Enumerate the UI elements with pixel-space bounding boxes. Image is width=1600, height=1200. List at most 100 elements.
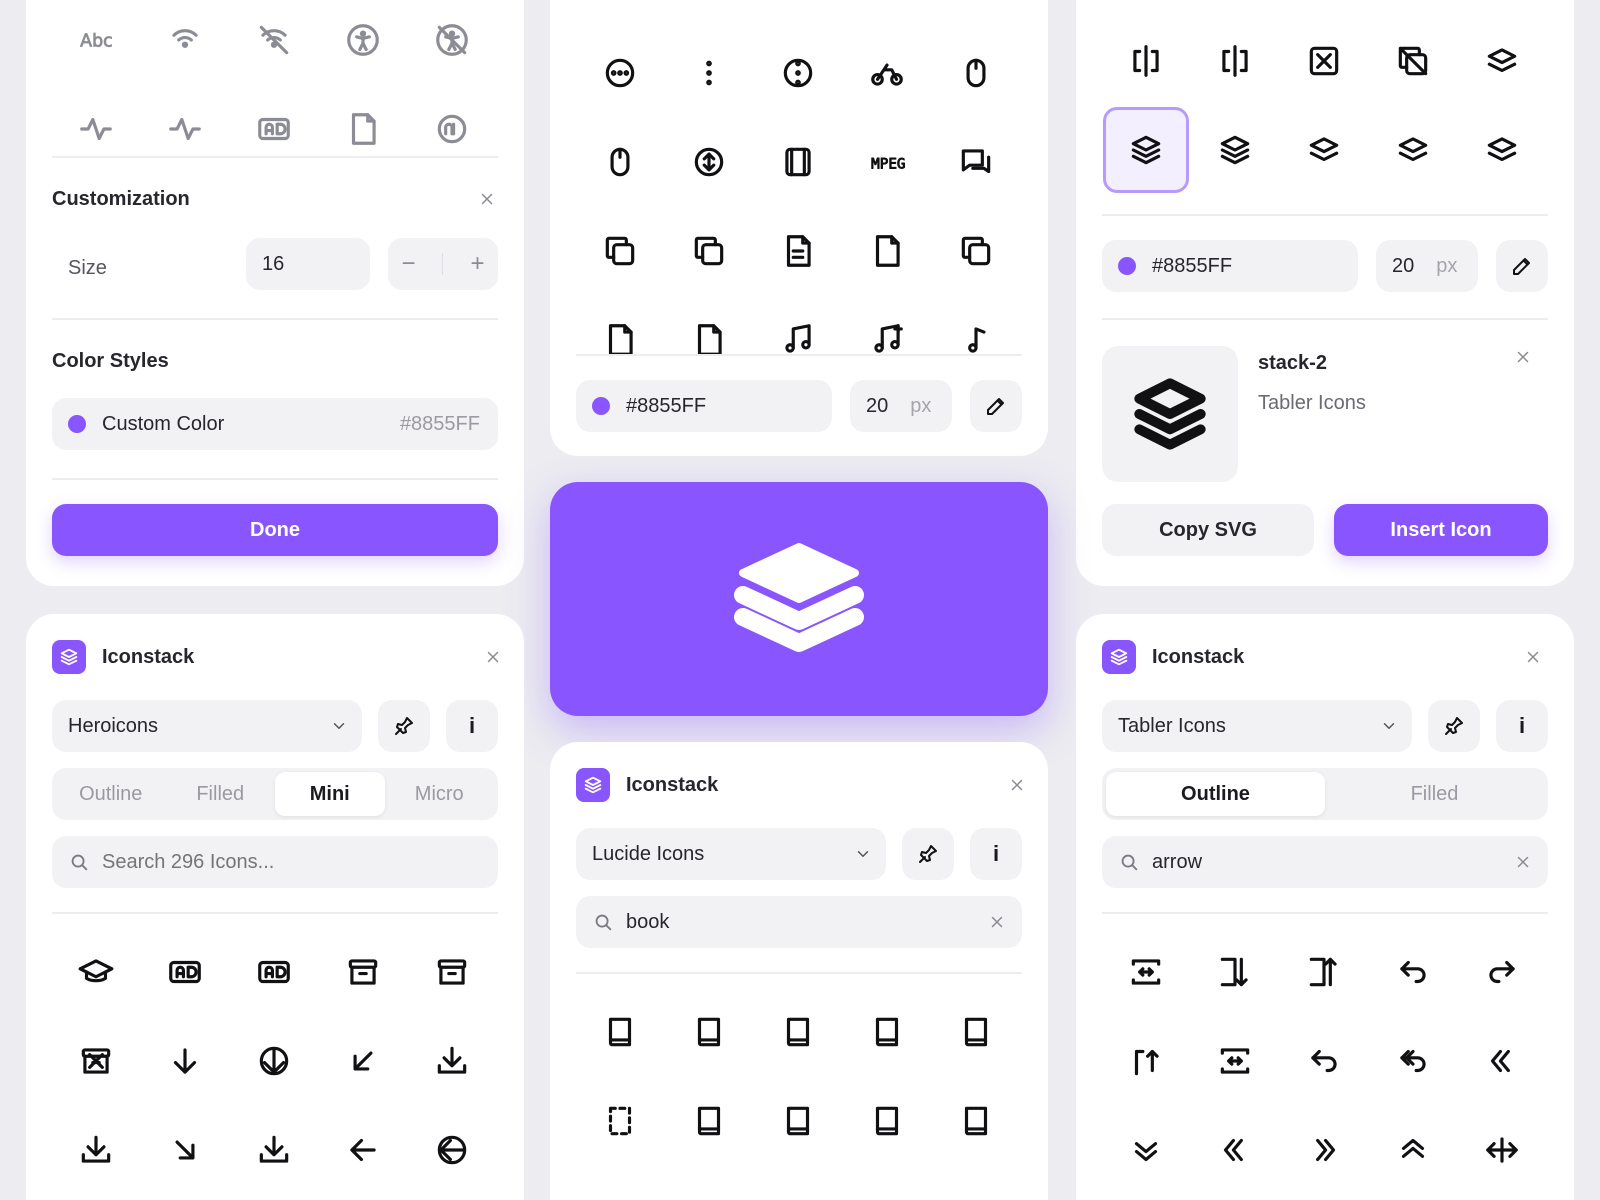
color-hex-field[interactable]: #8855FF	[1102, 240, 1358, 292]
close-icon[interactable]	[482, 646, 504, 668]
copy-off-icon[interactable]	[1391, 39, 1435, 83]
arrow-badge-down-icon[interactable]	[1124, 1128, 1168, 1172]
accessibility-off-icon[interactable]	[430, 18, 474, 62]
arrow-back-up-icon[interactable]	[1391, 950, 1435, 994]
pin-button[interactable]	[378, 700, 430, 752]
motorbike-icon[interactable]	[865, 51, 909, 95]
arrow-down-icon[interactable]	[163, 1039, 207, 1083]
increment-button[interactable]: +	[470, 250, 484, 278]
messages-icon[interactable]	[954, 140, 998, 184]
library-select[interactable]: Tabler Icons	[1102, 700, 1412, 752]
stack-front-icon[interactable]	[1391, 128, 1435, 172]
arrow-down-tray-icon[interactable]	[252, 1128, 296, 1172]
size-input[interactable]: 16	[246, 238, 370, 290]
stack-icon[interactable]	[1480, 39, 1524, 83]
book-heart-icon[interactable]	[865, 1099, 909, 1143]
info-button[interactable]: i	[446, 700, 498, 752]
done-button[interactable]: Done	[52, 504, 498, 556]
tab-filled[interactable]: Filled	[166, 772, 276, 816]
arrow-autofit-width-icon[interactable]	[1213, 1039, 1257, 1083]
custom-color-row[interactable]: Custom Color #8855FF	[52, 398, 498, 450]
info-button[interactable]: i	[1496, 700, 1548, 752]
ad-icon[interactable]	[252, 107, 296, 151]
book-headphones-icon[interactable]	[776, 1099, 820, 1143]
ad-circle-icon[interactable]	[430, 107, 474, 151]
arrow-left-icon[interactable]	[341, 1128, 385, 1172]
tab-outline[interactable]: Outline	[56, 772, 166, 816]
decrement-button[interactable]: −	[401, 250, 415, 278]
heartbeat-icon[interactable]	[163, 107, 207, 151]
arrow-badge-right-icon[interactable]	[1302, 1128, 1346, 1172]
search-field[interactable]: arrow	[1102, 836, 1548, 888]
arrow-autofit-down-icon[interactable]	[1213, 950, 1257, 994]
circle-dots-vertical-icon[interactable]	[776, 51, 820, 95]
stack-3-icon[interactable]	[1213, 128, 1257, 172]
messages-window-icon[interactable]	[687, 229, 731, 273]
clear-search-icon[interactable]	[988, 913, 1006, 931]
arrow-down-right-icon[interactable]	[163, 1128, 207, 1172]
archive-box-x-icon[interactable]	[74, 1039, 118, 1083]
book-down-icon[interactable]	[687, 1099, 731, 1143]
size-field[interactable]: 20 px	[1376, 240, 1478, 292]
adjustments-horizontal-icon[interactable]	[163, 950, 207, 994]
adjustments-vertical-icon[interactable]	[252, 950, 296, 994]
close-icon[interactable]	[476, 188, 498, 210]
info-button[interactable]: i	[970, 828, 1022, 880]
wifi-off-icon[interactable]	[252, 18, 296, 62]
archive-box-icon[interactable]	[341, 950, 385, 994]
clear-search-icon[interactable]	[1514, 853, 1532, 871]
close-icon[interactable]	[1512, 346, 1534, 368]
copy-icon[interactable]	[865, 229, 909, 273]
stack-filled-icon[interactable]	[1302, 128, 1346, 172]
arrow-back-up-double-icon[interactable]	[1391, 1039, 1435, 1083]
arrow-down-on-square-stack-icon[interactable]	[74, 1128, 118, 1172]
book-a-icon[interactable]	[687, 1010, 731, 1054]
movie-icon[interactable]	[776, 140, 820, 184]
tab-filled[interactable]: Filled	[1325, 772, 1544, 816]
tab-mini[interactable]: Mini	[275, 772, 385, 816]
stack-2-icon[interactable]	[1103, 107, 1189, 193]
book-copy-icon[interactable]	[954, 1010, 998, 1054]
activity-icon[interactable]	[74, 107, 118, 151]
flip-vertical-icon[interactable]	[1124, 39, 1168, 83]
edit-button[interactable]	[970, 380, 1022, 432]
search-input[interactable]	[102, 850, 462, 874]
arrow-down-circle-icon[interactable]	[252, 1039, 296, 1083]
archive-box-arrow-down-icon[interactable]	[430, 950, 474, 994]
insert-icon-button[interactable]: Insert Icon	[1334, 504, 1548, 556]
stack-back-icon[interactable]	[1480, 128, 1524, 172]
text-abc-icon[interactable]: Abc	[74, 18, 118, 62]
academic-cap-icon[interactable]	[74, 950, 118, 994]
mouse-icon[interactable]	[954, 51, 998, 95]
accessibility-icon[interactable]	[341, 18, 385, 62]
square-x-icon[interactable]	[1302, 39, 1346, 83]
search-field[interactable]: book	[576, 896, 1022, 948]
flip-horizontal-icon[interactable]	[1213, 39, 1257, 83]
arrows-horizontal-icon[interactable]	[1480, 1128, 1524, 1172]
size-field[interactable]: 20 px	[850, 380, 952, 432]
mouse-scroll-icon[interactable]	[687, 140, 731, 184]
book-image-icon[interactable]	[954, 1099, 998, 1143]
ad-2-icon[interactable]	[341, 107, 385, 151]
pin-button[interactable]	[1428, 700, 1480, 752]
copy-svg-button[interactable]: Copy SVG	[1102, 504, 1314, 556]
arrow-badge-up-icon[interactable]	[1391, 1128, 1435, 1172]
library-select[interactable]: Heroicons	[52, 700, 362, 752]
search-input[interactable]: arrow	[1152, 851, 1514, 874]
arrow-badge-left-icon[interactable]	[1213, 1128, 1257, 1172]
book-audio-icon[interactable]	[776, 1010, 820, 1054]
arrow-forward-up-icon[interactable]	[1480, 950, 1524, 994]
book-dashed-icon[interactable]	[598, 1099, 642, 1143]
mpeg-icon[interactable]: MPEG	[865, 140, 909, 184]
search-field[interactable]	[52, 836, 498, 888]
message-window-icon[interactable]	[598, 229, 642, 273]
close-icon[interactable]	[1006, 774, 1028, 796]
close-icon[interactable]	[1522, 646, 1544, 668]
copy-2-icon[interactable]	[954, 229, 998, 273]
arrow-left-circle-icon[interactable]	[430, 1128, 474, 1172]
arrow-autofit-up-icon[interactable]	[1302, 950, 1346, 994]
book-icon[interactable]	[598, 1010, 642, 1054]
tab-micro[interactable]: Micro	[385, 772, 495, 816]
arrow-down-on-square-icon[interactable]	[430, 1039, 474, 1083]
arrow-down-left-icon[interactable]	[341, 1039, 385, 1083]
